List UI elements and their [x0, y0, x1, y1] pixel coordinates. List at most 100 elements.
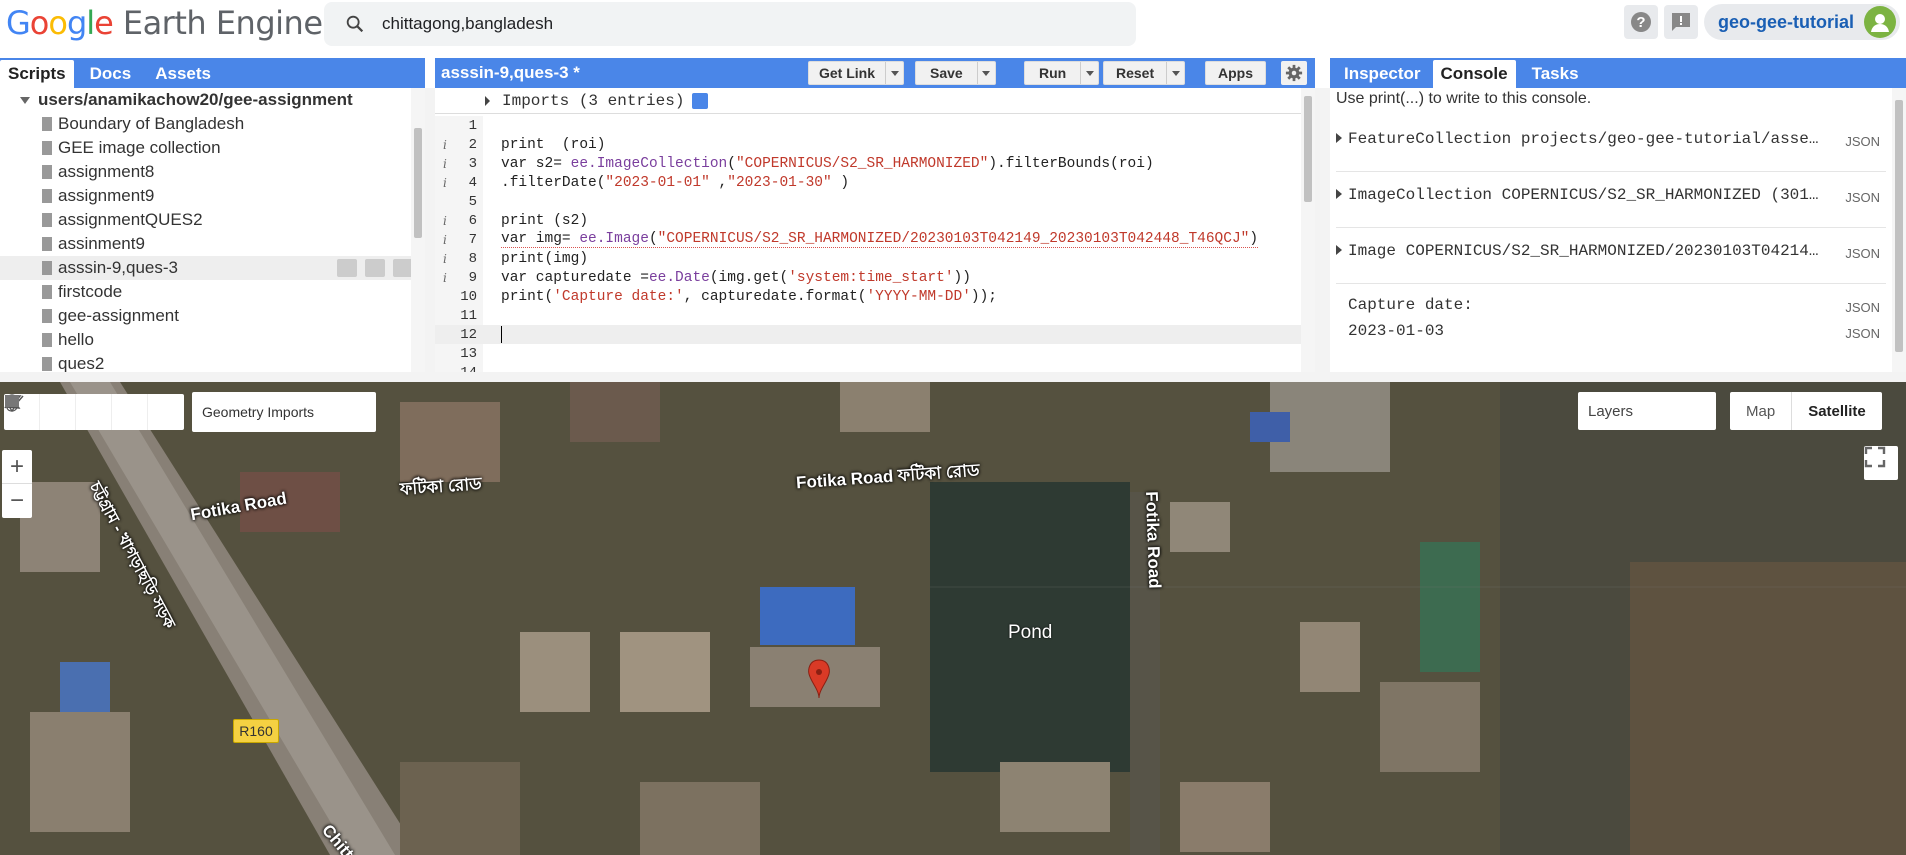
help-button[interactable]: ?	[1623, 5, 1658, 39]
reset-button[interactable]: Reset	[1103, 61, 1186, 85]
search-icon[interactable]	[344, 13, 366, 35]
code-token: print(	[501, 288, 554, 305]
tab-assets[interactable]: Assets	[147, 60, 219, 88]
get-link-label: Get Link	[819, 65, 876, 81]
script-file-label: assignmentQUES2	[58, 210, 203, 229]
help-icon: ?	[1630, 12, 1651, 32]
delete-icon[interactable]	[393, 259, 413, 277]
json-link[interactable]: JSON	[1845, 300, 1880, 315]
script-file-item[interactable]: assignmentQUES2	[0, 208, 425, 232]
layers-button[interactable]: Layers	[1578, 392, 1716, 430]
left-panel-header: Scripts Docs Assets	[0, 58, 425, 88]
map-splitter[interactable]	[0, 372, 1906, 382]
scripts-panel: users/anamikachow20/gee-assignment Bound…	[0, 88, 425, 372]
project-selector[interactable]: geo-gee-tutorial	[1703, 4, 1900, 40]
code-token: "2023-01-01"	[605, 174, 710, 191]
info-icon: i	[443, 156, 447, 171]
code-token: ee.Image	[579, 231, 649, 247]
tab-console[interactable]: Console	[1432, 60, 1516, 88]
file-icon	[42, 285, 52, 299]
feedback-button[interactable]	[1663, 5, 1698, 39]
json-link[interactable]: JSON	[1845, 190, 1880, 205]
script-file-item[interactable]: assignment9	[0, 184, 425, 208]
rename-icon[interactable]	[365, 259, 385, 277]
console-row[interactable]: Image COPERNICUS/S2_SR_HARMONIZED/202301…	[1336, 228, 1886, 284]
line-number: 14	[435, 365, 477, 373]
search-box[interactable]	[324, 2, 1136, 46]
file-icon	[42, 141, 52, 155]
map-view[interactable]: Fotika Road ফটিকা রোড Fotika Road ফটিকা …	[0, 382, 1906, 855]
code-editor[interactable]: Imports (3 entries) 1 i2 print (roi) i3 …	[435, 88, 1315, 372]
tab-scripts[interactable]: Scripts	[0, 60, 74, 88]
get-link-dropdown[interactable]	[885, 62, 903, 84]
search-input[interactable]	[382, 14, 1082, 34]
zoom-in-button[interactable]: +	[2, 450, 32, 484]
map-type-map[interactable]: Map	[1730, 392, 1793, 430]
script-file-item[interactable]: Boundary of Bangladesh	[0, 112, 425, 136]
code-token: (img.get(	[709, 269, 789, 286]
info-icon: i	[443, 232, 447, 247]
script-file-item[interactable]: gee-assignment	[0, 304, 425, 328]
left-splitter[interactable]	[425, 88, 435, 372]
json-link[interactable]: JSON	[1845, 134, 1880, 149]
history-icon[interactable]	[337, 259, 357, 277]
reset-dropdown[interactable]	[1166, 62, 1184, 84]
code-token: .filterDate(	[501, 174, 606, 191]
script-file-item[interactable]: GEE image collection	[0, 136, 425, 160]
editor-scrollbar[interactable]	[1301, 88, 1315, 372]
line-tool-icon[interactable]	[4, 394, 112, 430]
imports-label: Imports (3 entries)	[502, 91, 685, 110]
rectangle-tool-icon[interactable]	[5, 394, 184, 430]
code-token: (	[648, 231, 658, 247]
save-dropdown[interactable]	[976, 62, 995, 84]
script-file-item[interactable]: ques2	[0, 352, 425, 372]
expand-icon[interactable]	[20, 96, 30, 104]
code-token: 'Capture date:'	[553, 288, 684, 305]
script-file-item[interactable]: assinment9	[0, 232, 425, 256]
line-number: 1	[468, 117, 477, 134]
right-splitter[interactable]	[1315, 88, 1330, 372]
imports-bar[interactable]: Imports (3 entries)	[435, 88, 1315, 114]
script-file-item[interactable]: firstcode	[0, 280, 425, 304]
repo-root-label: users/anamikachow20/gee-assignment	[38, 90, 353, 109]
earth-engine-logo[interactable]: Google Earth Engine	[6, 4, 323, 42]
map-type-toggle: Map Satellite	[1730, 392, 1882, 430]
imports-expand-icon[interactable]	[485, 95, 490, 106]
top-bar: Google Earth Engine ? geo-gee-tutorial	[0, 0, 1906, 58]
tab-docs[interactable]: Docs	[82, 60, 140, 88]
run-dropdown[interactable]	[1080, 62, 1098, 84]
repo-root[interactable]: users/anamikachow20/gee-assignment	[0, 88, 425, 112]
script-file-label: assinment9	[58, 234, 145, 253]
script-file-item[interactable]: asssin-9,ques-3	[0, 256, 425, 280]
apps-button[interactable]: Apps	[1205, 61, 1266, 85]
capture-value: 2023-01-03	[1348, 322, 1445, 340]
console-scrollbar[interactable]	[1892, 88, 1906, 372]
satellite-imagery	[0, 382, 1906, 855]
marker-tool-icon[interactable]	[6, 394, 76, 430]
tab-tasks[interactable]: Tasks	[1524, 60, 1587, 88]
console-row[interactable]: ImageCollection COPERNICUS/S2_SR_HARMONI…	[1336, 172, 1886, 228]
run-button[interactable]: Run	[1024, 61, 1100, 85]
script-file-item[interactable]: assignment8	[0, 160, 425, 184]
file-icon	[42, 213, 52, 227]
get-link-button[interactable]: Get Link	[808, 61, 905, 85]
map-type-satellite[interactable]: Satellite	[1792, 392, 1882, 430]
geometry-imports-button[interactable]: Geometry Imports	[192, 392, 376, 432]
polygon-tool-icon[interactable]	[5, 394, 148, 430]
scripts-scrollbar[interactable]	[411, 88, 425, 372]
settings-button[interactable]	[1281, 61, 1307, 85]
reset-label: Reset	[1116, 65, 1155, 81]
tab-inspector[interactable]: Inspector	[1336, 60, 1429, 88]
script-file-label: firstcode	[58, 282, 123, 301]
code-token: print (s2)	[501, 212, 589, 229]
save-button[interactable]: Save	[915, 61, 996, 85]
script-title: asssin-9,ques-3 *	[441, 63, 580, 82]
avatar-icon[interactable]	[1864, 6, 1896, 38]
imports-list-icon[interactable]	[692, 92, 709, 109]
json-link[interactable]: JSON	[1845, 326, 1880, 341]
console-row[interactable]: FeatureCollection projects/geo-gee-tutor…	[1336, 116, 1886, 172]
fullscreen-button[interactable]	[1864, 446, 1898, 480]
json-link[interactable]: JSON	[1845, 246, 1880, 261]
script-file-item[interactable]: hello	[0, 328, 425, 352]
zoom-out-button[interactable]: −	[2, 484, 32, 518]
